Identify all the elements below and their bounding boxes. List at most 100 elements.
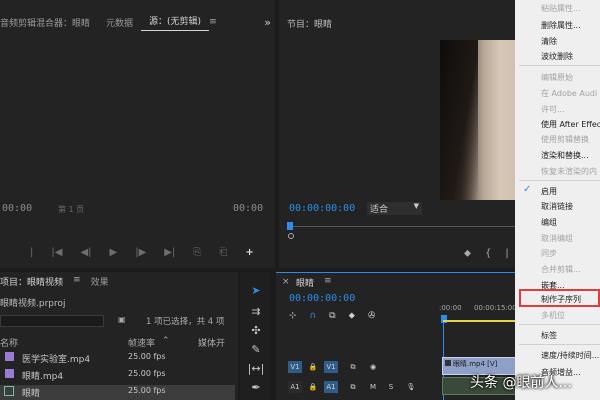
program-video-frame [440, 40, 520, 200]
step-forward-icon[interactable]: |▶ [135, 247, 146, 258]
sequence-icon [4, 386, 14, 396]
menu-item-replace-with-clip[interactable]: 使用剪辑替换 [541, 134, 589, 145]
timeline-timecode[interactable]: 00:00:00:00 [289, 293, 355, 304]
add-button-icon[interactable]: + [245, 247, 253, 258]
mark-out-prog-icon[interactable]: | [505, 248, 508, 259]
mark-in-prog-icon[interactable]: { [485, 248, 491, 259]
source-timecode-right: 00:00 [233, 203, 264, 214]
mute-button[interactable]: M [366, 381, 380, 393]
play-icon[interactable]: ▶ [110, 247, 118, 258]
menu-item-edit-original[interactable]: 编辑原始 [541, 72, 573, 83]
playhead-marker[interactable] [287, 222, 293, 230]
step-back-icon[interactable]: ◀| [80, 247, 91, 258]
program-transport: ⬥ { | [464, 248, 509, 259]
menu-item-multi-camera[interactable]: 多机位 [541, 310, 565, 321]
marker-icon[interactable]: ⬥ [464, 248, 471, 259]
menu-item-render-and-replace[interactable]: 渲染和替换... [541, 150, 589, 161]
menu-item-paste-attributes[interactable]: 粘贴属性... [541, 3, 581, 14]
source-panel: 音频剪辑混合器：眼睛 元数据 源：(无剪辑) ≡ » 00:00 第 1 页 0… [0, 0, 275, 268]
menu-item-ungroup[interactable]: 取消编组 [541, 233, 573, 244]
source-transport-controls: | |◀ ◀| ▶ |▶ ▶| ⎘ ⎗ + [30, 247, 275, 258]
menu-item-label[interactable]: 标签 [541, 330, 557, 341]
video-file-icon [5, 369, 14, 378]
column-media-start[interactable]: 媒体开 [198, 336, 225, 349]
tab-project[interactable]: 项目：眼睛视频 [0, 275, 63, 288]
v1-track-header: V1 🔒 V1 ⧉ ◉ [282, 359, 432, 375]
track-select-icon[interactable]: ⇉ [247, 305, 265, 321]
snap-icon[interactable]: ∩ [310, 311, 317, 321]
menu-item-enable[interactable]: 启用 [541, 186, 557, 197]
work-area-bar[interactable] [443, 320, 516, 322]
linked-selection-icon[interactable]: ⧉ [329, 311, 335, 321]
selection-tool-icon[interactable]: ➤ [247, 284, 265, 300]
panel-menu-icon[interactable]: ≡ [209, 17, 217, 27]
a1-track-header: A1 🔒 A1 ⧉ M S 🎙 [282, 379, 432, 395]
search-filter-icon[interactable]: ▣ [118, 315, 126, 324]
menu-separator [519, 324, 600, 325]
pen-tool-icon[interactable]: ✒ [247, 381, 265, 397]
microphone-icon[interactable]: 🎙 [404, 381, 418, 393]
program-timecode[interactable]: 00:00:00:00 [289, 203, 355, 214]
column-fps[interactable]: 帧速率 [128, 336, 155, 349]
menu-item-license[interactable]: 许可... [541, 104, 565, 115]
menu-item-replace-with-ae[interactable]: 使用 After Effec [541, 119, 600, 130]
solo-button[interactable]: S [384, 381, 398, 393]
v1-track-target[interactable]: V1 [324, 361, 338, 373]
item-fps: 25.00 fps [128, 386, 166, 395]
menu-item-edit-in-audition[interactable]: 在 Adobe Audi [541, 88, 597, 99]
menu-item-merge-clips[interactable]: 合并剪辑... [541, 264, 581, 275]
ripple-edit-icon[interactable]: ✣ [247, 324, 265, 340]
v1-source-patch[interactable]: V1 [288, 361, 302, 373]
tab-audio-mixer[interactable]: 音频剪辑混合器：眼睛 [0, 16, 98, 29]
timeline-tool-row: ⊹ ∩ ⧉ ⬥ ✇ [289, 311, 375, 321]
lock-icon[interactable]: 🔒 [306, 381, 320, 393]
menu-item-make-subsequence[interactable]: 制作子序列 [541, 294, 581, 305]
tab-source[interactable]: 源：(无剪辑) [141, 14, 210, 31]
project-search-input[interactable] [0, 315, 104, 327]
tab-metadata[interactable]: 元数据 [98, 16, 141, 29]
go-to-in-icon[interactable]: |◀ [51, 247, 62, 258]
timeline-close-icon[interactable]: × [282, 277, 290, 287]
slip-tool-icon[interactable]: |↔| [247, 362, 265, 378]
source-tabbar: 音频剪辑混合器：眼睛 元数据 源：(无剪辑) ≡ » [0, 10, 275, 34]
program-title: 节目：眼睛 [287, 20, 333, 30]
a1-track-target[interactable]: A1 [324, 381, 338, 393]
settings-wrench-icon[interactable]: ✇ [368, 311, 376, 321]
menu-item-synchronize[interactable]: 同步 [541, 248, 557, 259]
timeline-menu-icon[interactable]: ≡ [324, 276, 332, 286]
eye-icon[interactable]: ◉ [366, 361, 380, 373]
lock-icon[interactable]: 🔒 [306, 361, 320, 373]
menu-item-remove-attributes[interactable]: 删除属性... [541, 20, 581, 31]
menu-item-ripple-delete[interactable]: 波纹删除 [541, 51, 573, 62]
project-item-selected[interactable]: 眼睛 25.00 fps [0, 385, 235, 400]
project-item[interactable]: 眼睛.mp4 25.00 fps [0, 368, 235, 385]
program-scrubber[interactable] [289, 226, 519, 227]
menu-item-group[interactable]: 编组 [541, 217, 557, 228]
menu-separator [519, 344, 600, 345]
menu-item-restore-unrendered[interactable]: 恢复未渲染的内 [541, 166, 597, 177]
project-panel: 项目：眼睛视频 ≡ 效果 眼睛视频.prproj ▣ 1 项已选择，共 4 项 … [0, 272, 238, 400]
menu-item-speed-duration[interactable]: 速度/持续时间... [541, 350, 599, 361]
sync-lock-icon[interactable]: ⧉ [346, 381, 360, 393]
column-name[interactable]: 名称 [0, 336, 18, 349]
razor-icon[interactable]: ✎ [247, 343, 265, 359]
project-menu-icon[interactable]: ≡ [73, 275, 81, 288]
a1-source-patch[interactable]: A1 [288, 381, 302, 393]
menu-separator [519, 65, 600, 66]
tab-effects[interactable]: 效果 [91, 275, 109, 288]
menu-item-unlink[interactable]: 取消链接 [541, 201, 573, 212]
project-item[interactable]: 医学实验室.mp4 25.00 fps [0, 351, 235, 368]
nest-icon[interactable]: ⊹ [289, 311, 297, 321]
go-to-out-icon[interactable]: ▶| [164, 247, 175, 258]
overwrite-icon[interactable]: ⎗ [219, 247, 227, 258]
insert-icon[interactable]: ⎘ [193, 247, 201, 258]
mark-in-icon[interactable]: | [30, 247, 33, 258]
scrub-circle-icon[interactable] [288, 233, 294, 239]
sync-lock-icon[interactable]: ⧉ [346, 361, 360, 373]
fit-dropdown[interactable]: 适合 ▼ [367, 202, 422, 215]
item-name: 医学实验室.mp4 [22, 355, 91, 365]
add-marker-icon[interactable]: ⬥ [349, 311, 355, 321]
video-file-icon [5, 352, 14, 361]
menu-item-clear[interactable]: 清除 [541, 36, 557, 47]
expand-panels-icon[interactable]: » [264, 16, 275, 29]
